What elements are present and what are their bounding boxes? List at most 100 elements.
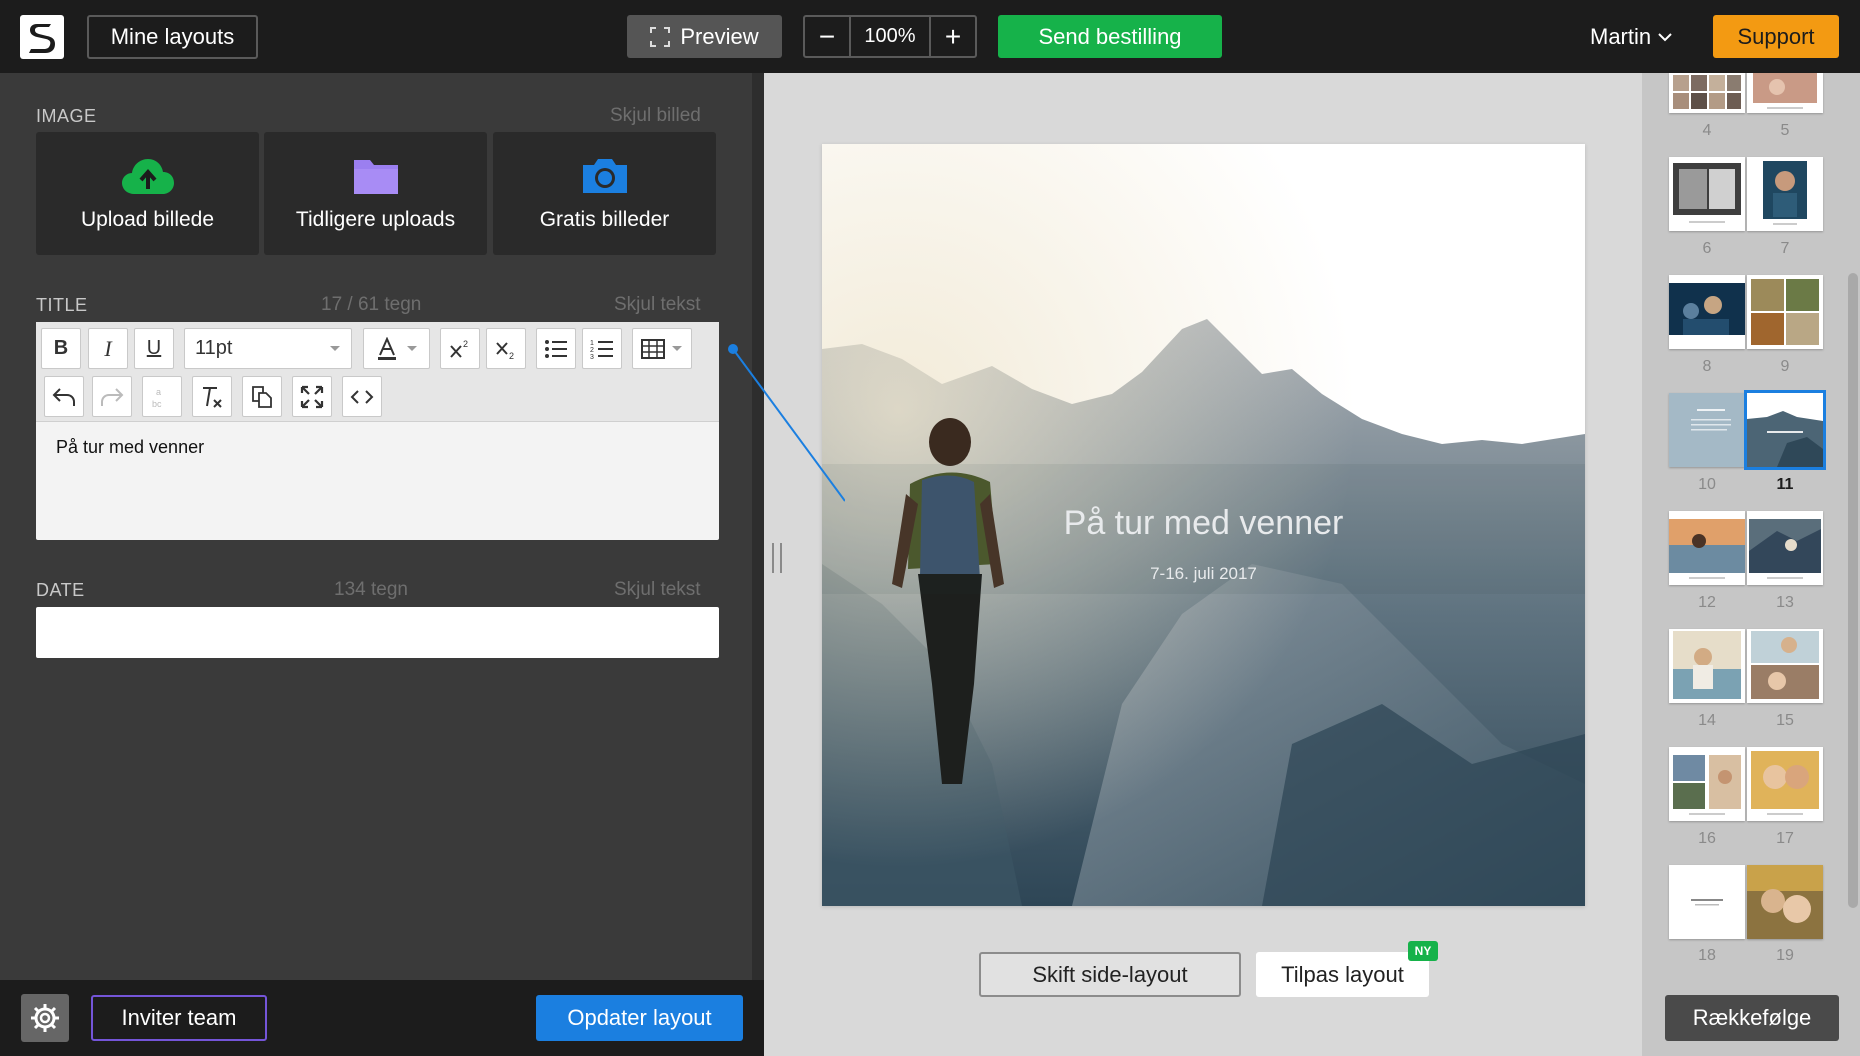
page-thumbnail[interactable] [1669, 747, 1745, 821]
page-thumbnail[interactable] [1747, 629, 1823, 703]
page-date-text[interactable]: 7-16. juli 2017 [822, 564, 1585, 584]
hide-image-link[interactable]: Skjul billed [610, 105, 701, 127]
expand-icon [300, 385, 324, 408]
thumbnail-image [1747, 393, 1823, 467]
paste-button[interactable] [242, 376, 282, 417]
bold-icon: B [53, 337, 69, 359]
free-images-button[interactable]: Gratis billeder [493, 132, 716, 255]
customize-layout-button[interactable]: Tilpas layout [1256, 952, 1429, 997]
panel-resize-handle[interactable] [772, 543, 782, 573]
page-thumbnail-current[interactable] [1744, 390, 1826, 470]
font-color-select[interactable] [363, 328, 430, 369]
clear-format-button[interactable] [192, 376, 232, 417]
table-select[interactable] [632, 328, 692, 369]
thumbnail-image [1673, 75, 1741, 109]
page-thumbnail[interactable] [1669, 629, 1745, 703]
support-label: Support [1737, 23, 1815, 49]
superscript-button[interactable]: 2 [440, 328, 480, 369]
thumbnail-image [1763, 161, 1807, 225]
title-text-content[interactable]: På tur med venner [56, 437, 204, 458]
page-thumbnail[interactable] [1669, 865, 1745, 939]
user-menu[interactable]: Martin [1590, 15, 1673, 58]
svg-text:bc: bc [152, 399, 162, 409]
change-page-layout-label: Skift side-layout [1032, 961, 1188, 987]
thumbnail-image [1747, 865, 1823, 939]
update-layout-button[interactable]: Opdater layout [536, 995, 743, 1041]
spellcheck-button[interactable]: a bc [142, 376, 182, 417]
page-thumbnail[interactable] [1747, 511, 1823, 585]
invite-team-button[interactable]: Inviter team [91, 995, 267, 1041]
zoom-out-button[interactable]: − [805, 17, 849, 56]
upload-image-button[interactable]: Upload billede [36, 132, 259, 255]
my-layouts-button[interactable]: Mine layouts [87, 15, 258, 59]
logo[interactable] [20, 15, 64, 59]
svg-text:a: a [156, 387, 161, 397]
logo-s-icon [29, 24, 55, 53]
reorder-pages-button[interactable]: Rækkefølge [1665, 995, 1839, 1041]
album-page[interactable]: På tur med venner 7-16. juli 2017 [822, 144, 1585, 906]
font-size-select[interactable]: 11pt [184, 328, 352, 369]
send-order-label: Send bestilling [1038, 23, 1182, 49]
hide-title-link[interactable]: Skjul tekst [614, 294, 701, 316]
page-thumbnail[interactable] [1669, 393, 1745, 467]
svg-text:3: 3 [590, 354, 594, 360]
superscript-icon: 2 [450, 339, 468, 358]
font-size-value: 11pt [195, 337, 233, 359]
page-title-text[interactable]: På tur med venner [822, 504, 1585, 543]
page-thumbnail[interactable] [1669, 511, 1745, 585]
bullet-list-icon [545, 339, 567, 358]
thumbnail-image [1751, 751, 1819, 815]
user-name: Martin [1590, 23, 1652, 49]
title-rich-text-editor[interactable]: B I U 11pt 2 2 123 a bc På tur med venne… [36, 322, 719, 540]
page-thumbnail[interactable] [1747, 747, 1823, 821]
thumbnail-image [1749, 519, 1821, 579]
page-thumbnail[interactable] [1669, 157, 1745, 231]
change-page-layout-button[interactable]: Skift side-layout [979, 952, 1241, 997]
source-code-button[interactable] [342, 376, 382, 417]
page-thumbnail[interactable] [1747, 157, 1823, 231]
hide-date-link[interactable]: Skjul tekst [614, 579, 701, 601]
date-input[interactable] [36, 607, 719, 658]
page-thumbnail[interactable] [1747, 73, 1823, 113]
send-order-button[interactable]: Send bestilling [998, 15, 1222, 58]
bold-button[interactable]: B [41, 328, 81, 369]
subscript-button[interactable]: 2 [486, 328, 526, 369]
undo-button[interactable] [44, 376, 84, 417]
underline-button[interactable]: U [134, 328, 174, 369]
numbered-list-button[interactable]: 123 [582, 328, 622, 369]
caret-down-icon [672, 345, 682, 351]
italic-button[interactable]: I [88, 328, 128, 369]
code-icon [350, 389, 374, 404]
font-color-icon [377, 336, 396, 360]
spellcheck-icon: a bc [152, 387, 162, 409]
preview-button[interactable]: Preview [627, 15, 782, 58]
previous-uploads-button[interactable]: Tidligere uploads [264, 132, 487, 255]
chevron-down-icon [1658, 32, 1672, 41]
page-thumbnail[interactable] [1669, 73, 1745, 113]
bullet-list-button[interactable] [536, 328, 576, 369]
svg-text:1: 1 [590, 340, 594, 347]
my-layouts-label: Mine layouts [110, 24, 235, 49]
top-bar: Mine layouts Preview − 100% + Send besti… [0, 0, 1860, 73]
page-thumbnail[interactable] [1747, 275, 1823, 349]
redo-button[interactable] [92, 376, 132, 417]
settings-button[interactable] [21, 994, 69, 1042]
zoom-control: − 100% + [803, 15, 977, 58]
underline-icon: U [146, 337, 162, 359]
title-section-label: TITLE [36, 295, 88, 315]
page-thumbnail[interactable] [1747, 865, 1823, 939]
thumbnails-scrollbar[interactable] [1848, 273, 1858, 908]
fullscreen-icon [650, 26, 671, 47]
free-images-label: Gratis billeder [539, 207, 670, 231]
support-button[interactable]: Support [1713, 15, 1839, 58]
page-thumbnail[interactable] [1669, 275, 1745, 349]
fullscreen-editor-button[interactable] [292, 376, 332, 417]
clear-format-icon [203, 386, 222, 408]
zoom-in-button[interactable]: + [931, 17, 975, 56]
page-number: 6 [1702, 240, 1712, 257]
table-icon [641, 338, 665, 359]
thumbnail-image [1669, 283, 1745, 335]
zoom-out-icon: − [818, 20, 836, 52]
thumbnail-image [1673, 163, 1741, 223]
panel-scrollbar[interactable] [752, 73, 764, 1056]
